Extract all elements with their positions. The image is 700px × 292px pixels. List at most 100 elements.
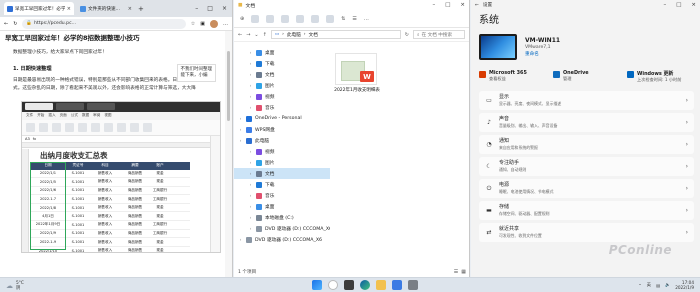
file-explorer-icon[interactable] — [376, 280, 386, 290]
sheet-cell[interactable]: 工商银行 — [150, 222, 170, 227]
sheet-cell[interactable]: 商品销售 — [120, 240, 150, 245]
store-icon[interactable] — [392, 280, 402, 290]
view-icon[interactable]: ☰ — [352, 16, 356, 22]
paste-icon[interactable] — [281, 14, 290, 23]
sort-icon[interactable]: ⇅ — [341, 16, 345, 22]
chevron-right-icon[interactable]: › — [248, 50, 253, 55]
sheet-cell[interactable]: 现金 — [150, 179, 170, 184]
nav-item[interactable]: › WPS网盘 — [234, 124, 330, 135]
chevron-right-icon[interactable]: › — [248, 83, 253, 88]
nav-item[interactable]: › 文档 — [234, 168, 330, 179]
sheet-cell[interactable]: S-1001 — [66, 223, 90, 227]
nav-item[interactable]: › OneDrive - Personal — [234, 113, 330, 124]
sheet-cell[interactable]: S-1001 — [66, 214, 90, 218]
sheet-cell[interactable]: 销售收入 — [90, 205, 120, 210]
volume-icon[interactable]: 🔈 — [665, 282, 670, 288]
menu-icon[interactable]: … — [223, 21, 228, 27]
share-icon[interactable] — [311, 14, 320, 23]
nav-item[interactable]: › 桌面 — [234, 201, 330, 212]
sheet-cell[interactable]: 工商银行 — [150, 188, 170, 193]
maximize-button[interactable]: □ — [445, 2, 450, 8]
quick-link[interactable]: Windows 更新 上次检查时间: 1 小时前 — [627, 70, 697, 83]
refresh-icon[interactable]: ↻ — [405, 32, 409, 38]
sheet-cell[interactable]: 商品销售 — [120, 188, 150, 193]
back-icon[interactable]: ← — [475, 3, 479, 8]
collections-icon[interactable]: ▣ — [200, 21, 205, 27]
rename-link[interactable]: 重命名 — [525, 51, 560, 57]
delete-icon[interactable] — [326, 14, 335, 23]
nav-item[interactable]: › DVD 驱动器 (D:) CCCOMA_X6 — [234, 234, 330, 245]
back-icon[interactable]: ← — [4, 21, 8, 27]
chevron-down-icon[interactable]: ⌄ — [254, 32, 258, 38]
rename-icon[interactable] — [296, 14, 305, 23]
refresh-icon[interactable]: ↻ — [13, 21, 17, 27]
chevron-right-icon[interactable]: › — [238, 138, 243, 143]
sheet-cell[interactable]: 销售收入 — [90, 248, 120, 251]
sheet-cell[interactable]: 现金 — [150, 240, 170, 245]
nav-item[interactable]: › DVD 驱动器 (D:) CCCOMA_X6 — [234, 223, 330, 234]
details-view-icon[interactable]: ☰ — [454, 269, 458, 275]
sheet-cell[interactable]: S-1001 — [66, 206, 90, 210]
breadcrumb[interactable]: ▭ › 此电脑 › 文档 — [270, 30, 401, 39]
nav-item[interactable]: › 视频 — [234, 91, 330, 102]
new-tab-button[interactable]: + — [138, 5, 144, 13]
sheet-cell[interactable]: 商品销售 — [120, 214, 150, 219]
sheet-cell[interactable]: 工商银行 — [150, 197, 170, 202]
sheet-cell[interactable]: 销售收入 — [90, 214, 120, 219]
nav-item[interactable]: › 视频 — [234, 146, 330, 157]
chevron-right-icon[interactable]: › — [238, 237, 243, 242]
file-item[interactable]: W 2022年1月收支明细表 — [331, 43, 383, 103]
sheet-cell[interactable]: 商品销售 — [120, 222, 150, 227]
nav-item[interactable]: › 图片 — [234, 157, 330, 168]
copy-icon[interactable] — [266, 14, 275, 23]
nav-item[interactable]: › 此电脑 — [234, 135, 330, 146]
close-tab-icon[interactable]: × — [128, 6, 132, 12]
forward-icon[interactable]: → — [246, 32, 250, 38]
chevron-right-icon[interactable]: › — [248, 61, 253, 66]
chevron-right-icon[interactable]: › — [248, 193, 253, 198]
browser-tab[interactable]: 文件夹的快速... × — [77, 2, 135, 15]
sheet-cell[interactable]: 现金 — [150, 171, 170, 176]
sheet-cell[interactable]: 销售收入 — [90, 171, 120, 176]
quick-link[interactable]: OneDrive 管理 — [553, 70, 623, 83]
sheet-cell[interactable]: 商品销售 — [120, 171, 150, 176]
chevron-right-icon[interactable]: › — [248, 204, 253, 209]
sheet-cell[interactable]: 销售收入 — [90, 222, 120, 227]
settings-item[interactable]: ☾ 专注助手 通知、自动规则 › — [479, 157, 694, 176]
settings-item[interactable]: ▭ 显示 显示器、亮度、夜间模式、显示描述 › — [479, 91, 694, 110]
sheet-cell[interactable]: S-1001 — [66, 240, 90, 244]
quick-link[interactable]: Microsoft 365 查看权益 — [479, 70, 549, 83]
edge-icon[interactable] — [360, 280, 370, 290]
maximize-button[interactable]: □ — [676, 2, 681, 8]
scrollbar[interactable] — [225, 31, 232, 277]
network-icon[interactable]: ▤ — [656, 283, 660, 288]
nav-item[interactable]: › 本地磁盘 (C:) — [234, 212, 330, 223]
chevron-right-icon[interactable]: › — [248, 72, 253, 77]
maximize-button[interactable]: □ — [207, 5, 213, 12]
sheet-cell[interactable]: S-1001 — [66, 171, 90, 175]
chevron-up-icon[interactable]: ⌃ — [638, 283, 642, 288]
chevron-right-icon[interactable]: › — [248, 149, 253, 154]
back-icon[interactable]: ← — [238, 32, 242, 38]
settings-item[interactable]: ♪ 声音 音量级别、输出、输入、声音设备 › — [479, 113, 694, 132]
chevron-right-icon[interactable]: › — [248, 182, 253, 187]
settings-icon[interactable] — [408, 280, 418, 290]
sheet-cell[interactable]: S-1001 — [66, 231, 90, 235]
tiles-view-icon[interactable]: ▦ — [461, 269, 466, 275]
nav-item[interactable]: › 音乐 — [234, 102, 330, 113]
close-button[interactable]: × — [222, 5, 227, 12]
favorites-icon[interactable]: ☆ — [191, 21, 195, 27]
sheet-cell[interactable]: 销售收入 — [90, 197, 120, 202]
settings-item[interactable]: ▬ 存储 存储空间、驱动器、配置规则 › — [479, 201, 694, 220]
sheet-cell[interactable]: 销售收入 — [90, 188, 120, 193]
chevron-right-icon[interactable]: › — [248, 215, 253, 220]
close-tab-icon[interactable]: × — [67, 6, 71, 12]
sheet-cell[interactable]: 工商银行 — [150, 231, 170, 236]
nav-item[interactable]: › 下载 — [234, 58, 330, 69]
chevron-right-icon[interactable]: › — [238, 127, 243, 132]
minimize-button[interactable]: – — [195, 5, 198, 12]
address-bar[interactable]: 🔒 https://pcedu.pc... — [22, 18, 186, 29]
minimize-button[interactable]: – — [663, 2, 666, 8]
sheet-cell[interactable]: 销售收入 — [90, 240, 120, 245]
chevron-right-icon[interactable]: › — [248, 105, 253, 110]
